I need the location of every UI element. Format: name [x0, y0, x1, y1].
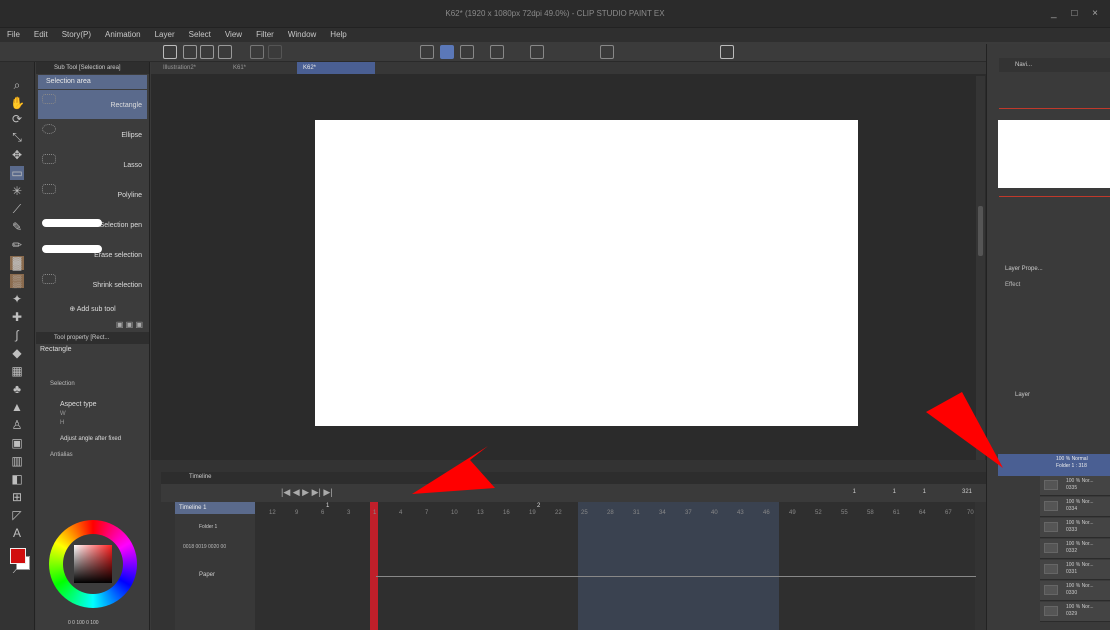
annotation-arrows [412, 392, 1003, 494]
red-arrow-icon [926, 392, 1003, 468]
red-arrow-icon [412, 446, 495, 494]
